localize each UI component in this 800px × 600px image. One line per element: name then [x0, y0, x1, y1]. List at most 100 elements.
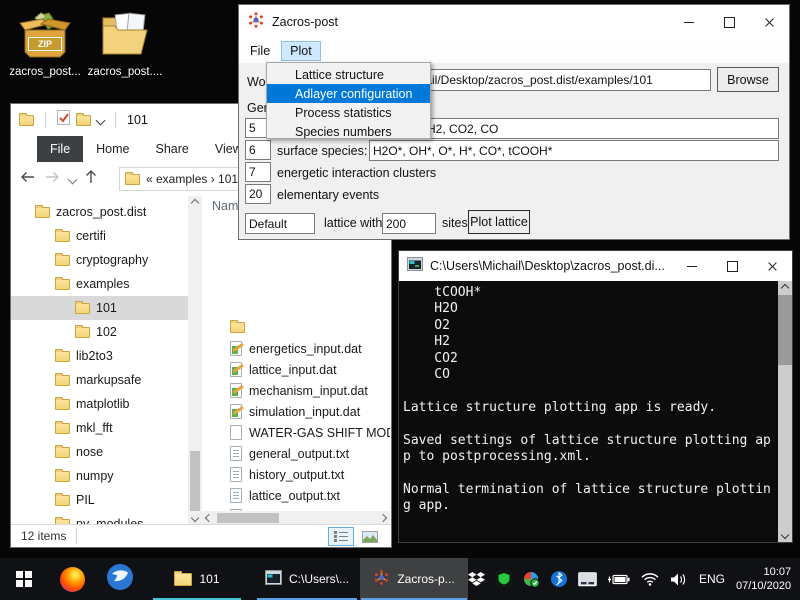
details-view-button[interactable]	[328, 527, 354, 546]
folder-icon	[55, 471, 70, 482]
file-list-horizontal-scrollbar[interactable]	[202, 511, 390, 525]
file-row[interactable]	[202, 317, 390, 338]
surface-species-count-input[interactable]: 6	[245, 140, 271, 160]
scroll-right-icon[interactable]	[376, 511, 390, 525]
tree-item[interactable]: PIL	[11, 488, 188, 512]
file-row[interactable]: history_output.txt	[202, 464, 390, 485]
zacros-titlebar[interactable]: Zacros-post	[239, 5, 789, 39]
tree-item[interactable]: numpy	[11, 464, 188, 488]
clock[interactable]: 10:07 07/10/2020	[736, 565, 791, 593]
firefox-taskbar-icon[interactable]	[48, 558, 96, 600]
bluetooth-icon[interactable]	[551, 571, 567, 587]
volume-icon[interactable]	[670, 572, 688, 587]
minimize-button[interactable]	[672, 251, 712, 281]
file-list: Name energetics_input.dat lattice_input.…	[202, 196, 390, 525]
scroll-up-icon[interactable]	[188, 196, 202, 210]
desktop-icon-zip[interactable]: ZIP zacros_post...	[6, 10, 84, 78]
tree-item[interactable]: lib2to3	[11, 344, 188, 368]
scroll-up-icon[interactable]	[778, 281, 792, 295]
tree-item[interactable]: matplotlib	[11, 392, 188, 416]
tree-item[interactable]: zacros_post.dist	[11, 200, 188, 224]
scrollbar-thumb[interactable]	[217, 513, 279, 523]
sites-label: sites	[442, 216, 468, 230]
menu-item-process-statistics[interactable]: Process statistics	[267, 103, 430, 122]
separator	[45, 112, 46, 128]
lattice-type-input[interactable]: Default	[245, 213, 315, 234]
close-button[interactable]	[752, 251, 792, 281]
zacros-window: Zacros-post File Plot Working directory …	[238, 4, 790, 240]
tab-file[interactable]: File	[37, 136, 83, 162]
tree-item[interactable]: 102	[11, 320, 188, 344]
events-label: elementary events	[277, 188, 379, 202]
maximize-button[interactable]	[709, 5, 749, 39]
dat-file-icon	[230, 404, 242, 419]
language-indicator[interactable]: ENG	[699, 572, 725, 586]
tree-scrollbar[interactable]	[188, 196, 202, 525]
battery-icon[interactable]	[608, 573, 630, 586]
properties-check-icon[interactable]	[57, 110, 70, 130]
sites-count-input[interactable]: 200	[382, 213, 436, 234]
tree-item[interactable]: mkl_fft	[11, 416, 188, 440]
surface-species-input[interactable]: H2O*, OH*, O*, H*, CO*, tCOOH*	[369, 140, 779, 161]
tab-share[interactable]: Share	[143, 136, 202, 162]
taskbar-task-explorer[interactable]: 101	[152, 558, 242, 600]
tree-item-label: examples	[76, 277, 130, 291]
console-titlebar[interactable]: C:\Users\Michail\Desktop\zacros_post.di.…	[399, 251, 792, 281]
minimize-button[interactable]	[669, 5, 709, 39]
menu-plot[interactable]: Plot	[281, 41, 321, 61]
file-row[interactable]: simulation_input.dat	[202, 401, 390, 422]
console-scrollbar[interactable]	[778, 281, 792, 542]
thumbnail-view-button[interactable]	[357, 527, 383, 546]
menu-file[interactable]: File	[241, 41, 279, 61]
browse-button[interactable]: Browse	[717, 67, 779, 92]
tree-item[interactable]: nose	[11, 440, 188, 464]
back-icon[interactable]	[19, 170, 36, 189]
close-button[interactable]	[749, 5, 789, 39]
folder-with-files-icon	[97, 51, 153, 63]
desktop-icon-folder[interactable]: zacros_post....	[86, 8, 164, 78]
zip-badge: ZIP	[28, 37, 62, 51]
up-icon[interactable]	[84, 169, 98, 189]
scroll-down-icon[interactable]	[778, 528, 792, 542]
task-label: 101	[199, 572, 219, 586]
scroll-left-icon[interactable]	[202, 511, 216, 525]
file-row[interactable]: general_output.txt	[202, 443, 390, 464]
plot-lattice-button[interactable]: Plot lattice	[468, 210, 530, 234]
file-row[interactable]: lattice_input.dat	[202, 359, 390, 380]
file-row[interactable]: lattice_output.txt	[202, 485, 390, 506]
maximize-button[interactable]	[712, 251, 752, 281]
menu-item-adlayer-configuration[interactable]: Adlayer configuration	[267, 84, 430, 103]
file-row[interactable]: mechanism_input.dat	[202, 380, 390, 401]
events-count-input[interactable]: 20	[245, 184, 271, 204]
taskbar-task-zacros[interactable]: Zacros-p...	[360, 558, 468, 600]
scrollbar-thumb[interactable]	[778, 295, 792, 365]
menu-item-species-numbers[interactable]: Species numbers	[267, 122, 430, 141]
tree-item-selected[interactable]: 101	[11, 296, 188, 320]
start-button[interactable]	[0, 558, 48, 600]
tree-item[interactable]: certifi	[11, 224, 188, 248]
customize-toolbar-icon[interactable]	[96, 115, 106, 125]
thunderbird-taskbar-icon[interactable]	[96, 558, 144, 600]
security-shield-icon[interactable]	[496, 571, 512, 587]
defender-icon[interactable]	[523, 571, 540, 588]
forward-icon[interactable]	[44, 170, 61, 189]
console-body[interactable]: tCOOH* H2O O2 H2 CO2 CO Lattice structur…	[399, 281, 778, 542]
scrollbar-thumb[interactable]	[190, 451, 200, 511]
new-folder-icon[interactable]	[76, 115, 91, 126]
file-row[interactable]: WATER-GAS SHIFT MODEL	[202, 422, 390, 443]
display-settings-icon[interactable]	[578, 572, 597, 587]
clusters-count-input[interactable]: 7	[245, 162, 271, 182]
menu-item-lattice-structure[interactable]: Lattice structure	[267, 65, 430, 84]
tree-item[interactable]: examples	[11, 272, 188, 296]
tree-item[interactable]: cryptography	[11, 248, 188, 272]
recent-locations-icon[interactable]	[68, 174, 78, 184]
wifi-icon[interactable]	[641, 572, 659, 586]
scroll-down-icon[interactable]	[188, 511, 202, 525]
desktop-icon-label: zacros_post....	[86, 66, 164, 78]
tab-home[interactable]: Home	[83, 136, 142, 162]
tree-item[interactable]: markupsafe	[11, 368, 188, 392]
dropbox-icon[interactable]	[468, 571, 485, 587]
taskbar-task-console[interactable]: C:\Users\...	[256, 558, 358, 600]
file-row[interactable]: energetics_input.dat	[202, 338, 390, 359]
folder-icon	[55, 279, 70, 290]
